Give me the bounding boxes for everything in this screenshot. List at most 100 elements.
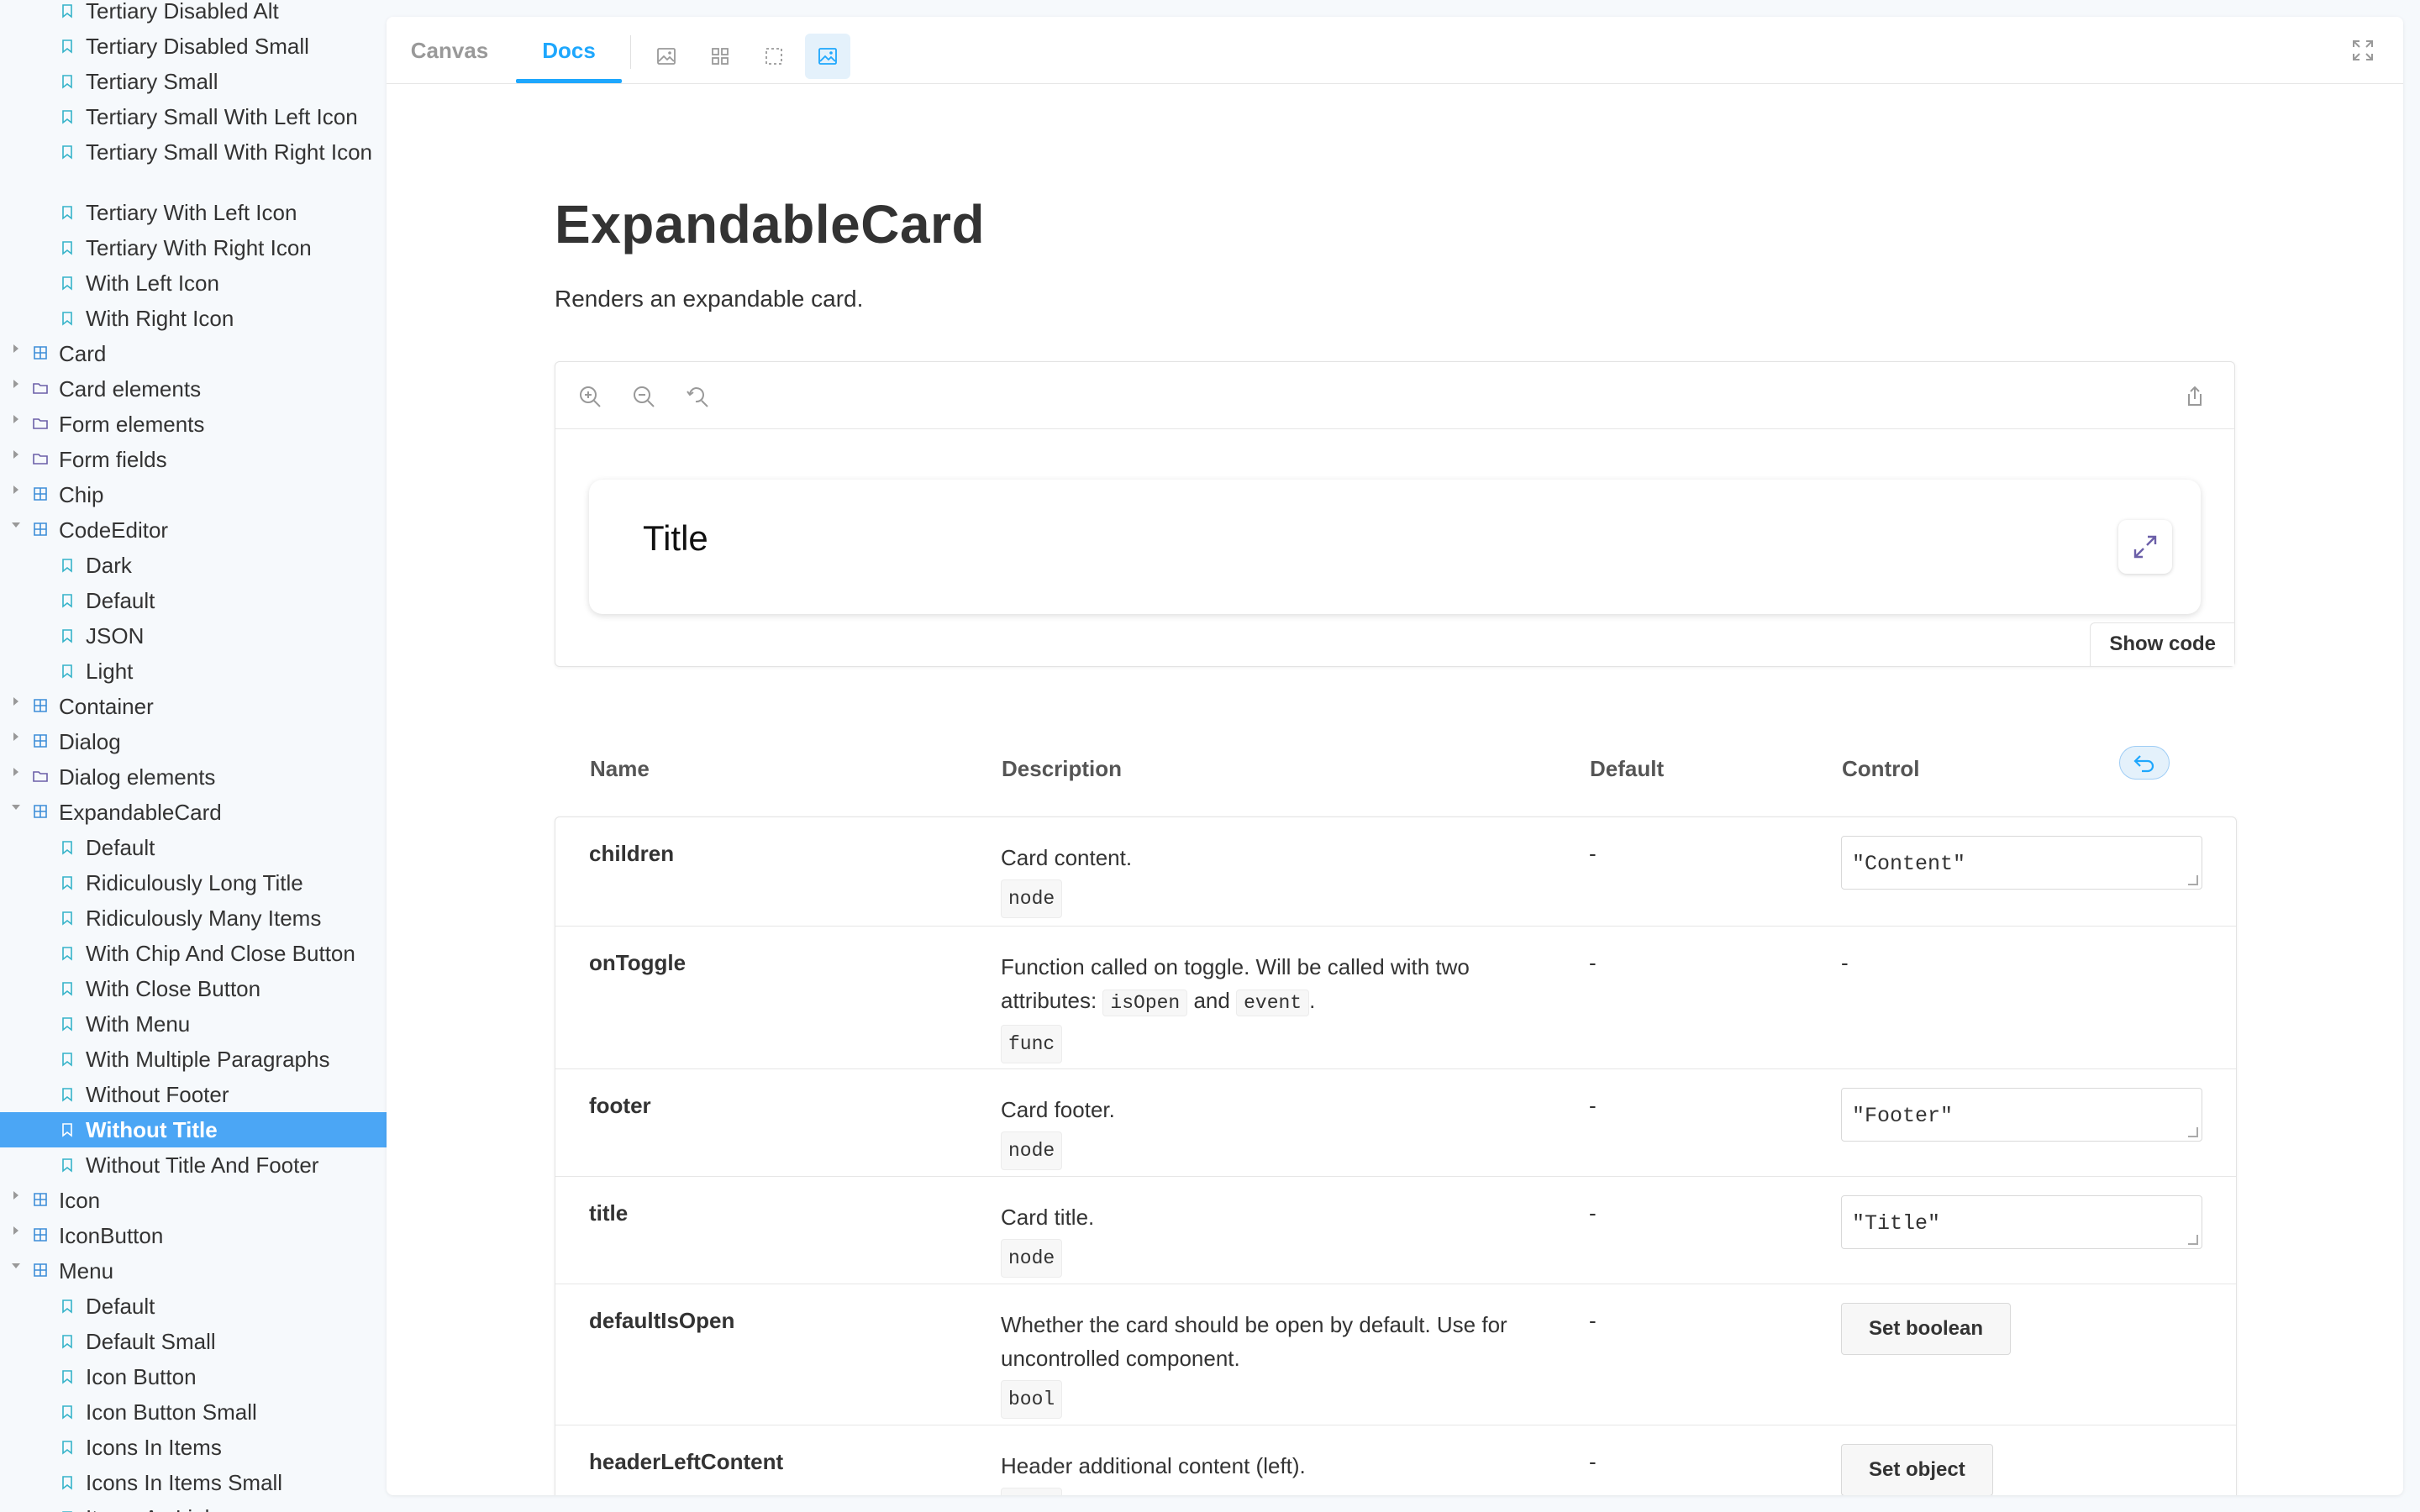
sidebar-group-item[interactable]: IconButton: [0, 1218, 387, 1253]
caret-right-icon[interactable]: [13, 415, 18, 423]
sidebar-story-item[interactable]: With Close Button: [0, 971, 387, 1006]
caret-right-icon[interactable]: [13, 1191, 18, 1200]
sidebar-item-label: Default: [86, 835, 155, 860]
caret-right-icon[interactable]: [13, 732, 18, 741]
sidebar-story-item[interactable]: Default: [0, 830, 387, 865]
bookmark-icon: [59, 1365, 76, 1384]
outline-icon[interactable]: [751, 34, 797, 79]
story-preview: Title Show code: [555, 361, 2235, 667]
caret-down-icon[interactable]: [12, 522, 20, 528]
caret-right-icon[interactable]: [13, 450, 18, 459]
sidebar-story-item[interactable]: Tertiary Disabled Small: [0, 29, 387, 64]
caret-down-icon[interactable]: [12, 805, 20, 810]
reset-zoom-icon[interactable]: [685, 384, 710, 409]
sidebar-story-item[interactable]: Tertiary Small With Right Icon: [0, 134, 387, 195]
component-icon: [32, 1188, 49, 1206]
sidebar-group-item[interactable]: Card: [0, 336, 387, 371]
component-icon: [32, 1258, 49, 1277]
sidebar-story-item[interactable]: Tertiary Small With Left Icon: [0, 99, 387, 134]
toolbar: Canvas Docs: [387, 17, 2403, 84]
bookmark-icon: [59, 1083, 76, 1102]
sidebar-story-item[interactable]: With Chip And Close Button: [0, 936, 387, 971]
sidebar-story-item[interactable]: JSON: [0, 618, 387, 654]
fullscreen-icon[interactable]: [2351, 39, 2375, 62]
title-control-input[interactable]: "Title": [1841, 1195, 2202, 1249]
background-image-icon[interactable]: [805, 34, 850, 79]
sidebar-group-item[interactable]: Card elements: [0, 371, 387, 407]
sidebar-group-item[interactable]: Form elements: [0, 407, 387, 442]
expand-icon[interactable]: [2118, 520, 2172, 574]
sidebar-story-item[interactable]: Dark: [0, 548, 387, 583]
sidebar-story-item[interactable]: With Right Icon: [0, 301, 387, 336]
sidebar-group-item[interactable]: Icon: [0, 1183, 387, 1218]
sidebar-group-item[interactable]: Chip: [0, 477, 387, 512]
zoom-in-icon[interactable]: [577, 384, 602, 409]
sidebar-story-item[interactable]: With Left Icon: [0, 265, 387, 301]
sidebar-item-label: Icons In Items: [86, 1435, 222, 1460]
bookmark-icon: [59, 659, 76, 679]
arg-name: title: [589, 1200, 629, 1226]
sidebar-group-item[interactable]: ExpandableCard: [0, 795, 387, 830]
table-row: headerLeftContent Header additional cont…: [555, 1425, 2236, 1495]
bookmark-icon: [59, 105, 76, 124]
caret-right-icon[interactable]: [13, 1226, 18, 1235]
column-header-default: Default: [1590, 756, 1665, 781]
sidebar-group-item[interactable]: Menu: [0, 1253, 387, 1289]
sidebar-item-label: Default: [86, 588, 155, 613]
sidebar-story-item[interactable]: Tertiary With Right Icon: [0, 230, 387, 265]
sidebar-story-item[interactable]: Tertiary With Left Icon: [0, 195, 387, 230]
sidebar-story-item[interactable]: Icons In Items: [0, 1430, 387, 1465]
footer-control-input[interactable]: "Footer": [1841, 1088, 2202, 1142]
expandable-card[interactable]: Title: [589, 480, 2201, 614]
sidebar-story-item[interactable]: Default Small: [0, 1324, 387, 1359]
image-icon[interactable]: [644, 34, 689, 79]
undo-icon[interactable]: [2119, 746, 2170, 780]
arg-description: Card title. node: [1001, 1200, 1555, 1278]
sidebar-item-label: With Multiple Paragraphs: [86, 1047, 330, 1072]
caret-right-icon[interactable]: [13, 768, 18, 776]
caret-right-icon[interactable]: [13, 380, 18, 388]
sidebar-group-item[interactable]: Form fields: [0, 442, 387, 477]
sidebar-item-label: Icon Button: [86, 1364, 197, 1389]
sidebar-story-item[interactable]: Icons In Items Small: [0, 1465, 387, 1500]
sidebar-group-item[interactable]: Dialog elements: [0, 759, 387, 795]
sidebar-group-item[interactable]: Container: [0, 689, 387, 724]
sidebar-story-item[interactable]: Without Footer: [0, 1077, 387, 1112]
sidebar-item-label: Dark: [86, 553, 132, 578]
show-code-button[interactable]: Show code: [2090, 622, 2234, 666]
sidebar-story-item[interactable]: Tertiary Small: [0, 64, 387, 99]
sidebar-story-item[interactable]: Ridiculously Long Title: [0, 865, 387, 900]
sidebar-story-item[interactable]: Light: [0, 654, 387, 689]
sidebar-story-item[interactable]: Icon Button Small: [0, 1394, 387, 1430]
sidebar-group-item[interactable]: Dialog: [0, 724, 387, 759]
sidebar-story-item[interactable]: With Menu: [0, 1006, 387, 1042]
bookmark-icon: [59, 1118, 76, 1137]
share-icon[interactable]: [2182, 384, 2207, 409]
sidebar-story-item[interactable]: Icon Button: [0, 1359, 387, 1394]
caret-right-icon[interactable]: [13, 486, 18, 494]
set-boolean-button[interactable]: Set boolean: [1841, 1303, 2012, 1355]
sidebar-story-item[interactable]: Items As Links: [0, 1500, 387, 1512]
children-control-input[interactable]: "Content": [1841, 836, 2202, 890]
sidebar-story-item[interactable]: Default: [0, 1289, 387, 1324]
caret-right-icon[interactable]: [13, 697, 18, 706]
sidebar-story-item[interactable]: Without Title And Footer: [0, 1147, 387, 1183]
set-object-button[interactable]: Set object: [1841, 1444, 1993, 1495]
sidebar-item-label: With Chip And Close Button: [86, 941, 355, 966]
sidebar-story-item[interactable]: Ridiculously Many Items: [0, 900, 387, 936]
zoom-out-icon[interactable]: [631, 384, 656, 409]
tab-docs[interactable]: Docs: [516, 17, 622, 84]
arg-default: -: [1589, 950, 1597, 975]
grid-icon[interactable]: [697, 34, 743, 79]
sidebar-story-item[interactable]: Default: [0, 583, 387, 618]
sidebar-story-item[interactable]: Tertiary Disabled Alt: [0, 0, 387, 29]
sidebar-story-item[interactable]: Without Title: [0, 1112, 387, 1147]
caret-down-icon[interactable]: [12, 1263, 20, 1268]
bookmark-icon: [59, 0, 76, 18]
arg-description-text: Function called on toggle. Will be calle…: [1001, 950, 1555, 1020]
caret-right-icon[interactable]: [13, 344, 18, 353]
sidebar-group-item[interactable]: CodeEditor: [0, 512, 387, 548]
sidebar-story-item[interactable]: With Multiple Paragraphs: [0, 1042, 387, 1077]
tab-canvas[interactable]: Canvas: [403, 17, 496, 84]
arg-default: -: [1589, 1093, 1597, 1118]
